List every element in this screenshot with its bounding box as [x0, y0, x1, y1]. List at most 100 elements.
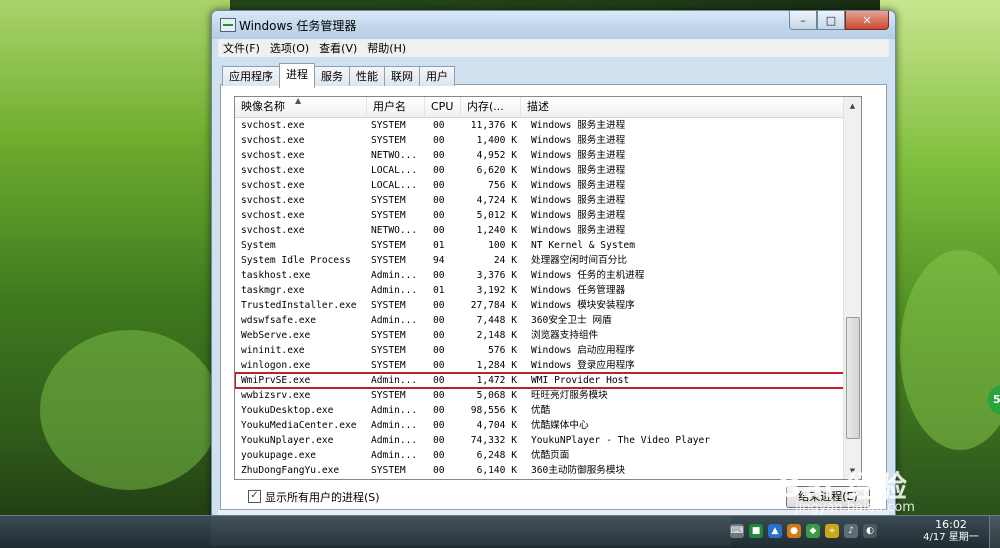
- column-description[interactable]: 描述: [521, 97, 844, 117]
- table-row[interactable]: ZhuDongFangYu.exe SYSTEM 00 6,140 K 360主动防御服…: [235, 463, 844, 478]
- process-name-cell: youkupage.exe: [241, 450, 317, 461]
- process-description-cell: Windows 启动应用程序: [531, 345, 635, 356]
- taskbar: ⌨ ■ ▲ ● ◆ + ♪ ◐ 16:02 4/17 星期一: [0, 515, 1000, 548]
- volume-icon[interactable]: ♪: [844, 524, 858, 538]
- process-cpu-cell: 00: [433, 360, 445, 371]
- speaker-icon[interactable]: ◐: [863, 524, 877, 538]
- table-row[interactable]: svchost.exe NETWO... 00 1,240 K Windows 服务主进…: [235, 223, 844, 238]
- table-row[interactable]: taskmgr.exe Admin... 01 3,192 K Windows 任务管理…: [235, 283, 844, 298]
- update-icon[interactable]: +: [825, 524, 839, 538]
- tab-users[interactable]: 用户: [419, 66, 455, 86]
- column-memory[interactable]: 内存(...: [461, 97, 521, 117]
- process-description-cell: Windows 服务主进程: [531, 135, 626, 146]
- process-description-cell: Windows 服务主进程: [531, 150, 626, 161]
- process-user-cell: Admin...: [371, 435, 418, 446]
- tab-networking[interactable]: 联网: [384, 66, 420, 86]
- table-row[interactable]: System SYSTEM 01 100 K NT Kernel & System: [235, 238, 844, 253]
- process-description-cell: 浏览器支持组件: [531, 330, 599, 341]
- menu-options[interactable]: 选项(O): [265, 39, 314, 57]
- table-row[interactable]: wininit.exe SYSTEM 00 576 K Windows 启动应用程序: [235, 343, 844, 358]
- process-name-cell: WmiPrvSE.exe: [241, 375, 311, 386]
- process-description-cell: Windows 任务的主机进程: [531, 270, 645, 281]
- process-memory-cell: 1,472 K: [476, 375, 517, 386]
- process-list[interactable]: ▲ 映像名称 用户名 CPU 内存(... 描述 svchost.exe SYST…: [234, 96, 862, 480]
- show-all-users-checkbox[interactable]: ✓: [248, 490, 261, 503]
- table-row[interactable]: YoukuMediaCenter.exe Admin... 00 4,704 K 优酷媒…: [235, 418, 844, 433]
- table-row[interactable]: taskhost.exe Admin... 00 3,376 K Windows 任务的…: [235, 268, 844, 283]
- process-cpu-cell: 01: [433, 240, 445, 251]
- sort-ascending-icon: ▲: [295, 96, 302, 105]
- process-description-cell: 360安全卫士 网盾: [531, 315, 612, 326]
- column-cpu[interactable]: CPU: [425, 97, 461, 117]
- table-row[interactable]: YoukuNplayer.exe Admin... 00 74,332 K YoukuN…: [235, 433, 844, 448]
- tab-processes[interactable]: 进程: [279, 63, 315, 88]
- table-row[interactable]: svchost.exe SYSTEM 00 1,400 K Windows 服务主进程: [235, 133, 844, 148]
- process-memory-cell: 5,068 K: [476, 390, 517, 401]
- browser-icon[interactable]: ●: [787, 524, 801, 538]
- task-manager-window: Windows 任务管理器 – □ ✕ 文件(F) 选项(O) 查看(V) 帮助…: [211, 10, 896, 517]
- show-desktop-button[interactable]: [989, 516, 1000, 548]
- 360-safe-icon[interactable]: ■: [749, 524, 763, 538]
- process-memory-cell: 100 K: [488, 240, 517, 251]
- table-row[interactable]: svchost.exe LOCAL... 00 756 K Windows 服务主进程: [235, 178, 844, 193]
- table-row[interactable]: svchost.exe LOCAL... 00 6,620 K Windows 服务主进…: [235, 163, 844, 178]
- column-user-name[interactable]: 用户名: [367, 97, 425, 117]
- table-row[interactable]: svchost.exe SYSTEM 00 5,012 K Windows 服务主进程: [235, 208, 844, 223]
- column-image-name-label: 映像名称: [241, 100, 285, 113]
- process-user-cell: Admin...: [371, 315, 418, 326]
- process-footer: ✓ 显示所有用户的进程(S) 结束进程(E): [234, 486, 870, 508]
- table-row[interactable]: winlogon.exe SYSTEM 00 1,284 K Windows 登录应用程…: [235, 358, 844, 373]
- process-memory-cell: 74,332 K: [470, 435, 517, 446]
- menu-help[interactable]: 帮助(H): [362, 39, 411, 57]
- table-row[interactable]: svchost.exe SYSTEM 00 11,376 K Windows 服务主进程: [235, 118, 844, 133]
- process-description-cell: 优酷媒体中心: [531, 420, 589, 431]
- tab-bar: 应用程序 进程 服务 性能 联网 用户: [222, 63, 455, 88]
- process-memory-cell: 4,952 K: [476, 150, 517, 161]
- column-image-name[interactable]: ▲ 映像名称: [235, 97, 367, 117]
- table-row[interactable]: youkupage.exe Admin... 00 6,248 K 优酷页面: [235, 448, 844, 463]
- table-row[interactable]: TrustedInstaller.exe SYSTEM 00 27,784 K Wind…: [235, 298, 844, 313]
- menu-bar: 文件(F) 选项(O) 查看(V) 帮助(H): [218, 39, 889, 57]
- process-cpu-cell: 00: [433, 135, 445, 146]
- title-bar[interactable]: Windows 任务管理器 – □ ✕: [212, 11, 895, 39]
- table-row[interactable]: WmiPrvSE.exe Admin... 00 1,472 K WMI Provide…: [235, 372, 845, 389]
- taskbar-clock[interactable]: 16:02 4/17 星期一: [916, 518, 986, 544]
- process-description-cell: YoukuNPlayer - The Video Player: [531, 435, 711, 446]
- menu-file[interactable]: 文件(F): [218, 39, 265, 57]
- maximize-button[interactable]: □: [817, 11, 845, 30]
- tab-performance[interactable]: 性能: [349, 66, 385, 86]
- close-button[interactable]: ✕: [845, 11, 889, 30]
- process-cpu-cell: 00: [433, 390, 445, 401]
- tab-services[interactable]: 服务: [314, 66, 350, 86]
- process-user-cell: SYSTEM: [371, 300, 406, 311]
- process-name-cell: WebServe.exe: [241, 330, 311, 341]
- show-all-users-label[interactable]: 显示所有用户的进程(S): [265, 489, 380, 505]
- process-memory-cell: 6,140 K: [476, 465, 517, 476]
- scrollbar-thumb[interactable]: [846, 317, 860, 439]
- process-description-cell: 旺旺亮灯服务模块: [531, 390, 608, 401]
- table-row[interactable]: WebServe.exe SYSTEM 00 2,148 K 浏览器支持组件: [235, 328, 844, 343]
- process-user-cell: LOCAL...: [371, 180, 418, 191]
- minimize-button[interactable]: –: [789, 11, 817, 30]
- menu-view[interactable]: 查看(V): [314, 39, 362, 57]
- process-cpu-cell: 00: [433, 165, 445, 176]
- table-row[interactable]: YoukuDesktop.exe Admin... 00 98,556 K 优酷: [235, 403, 844, 418]
- table-row[interactable]: wwbizsrv.exe SYSTEM 00 5,068 K 旺旺亮灯服务模块: [235, 388, 844, 403]
- table-row[interactable]: System Idle Process SYSTEM 94 24 K 处理器空闲时间百分…: [235, 253, 844, 268]
- shield-icon[interactable]: ◆: [806, 524, 820, 538]
- process-name-cell: svchost.exe: [241, 225, 305, 236]
- process-cpu-cell: 00: [433, 225, 445, 236]
- process-user-cell: NETWO...: [371, 150, 418, 161]
- process-cpu-cell: 00: [433, 150, 445, 161]
- keyboard-icon[interactable]: ⌨: [730, 524, 744, 538]
- process-name-cell: wininit.exe: [241, 345, 305, 356]
- table-row[interactable]: wdswfsafe.exe Admin... 00 7,448 K 360安全卫士 网盾: [235, 313, 844, 328]
- process-cpu-cell: 00: [433, 315, 445, 326]
- table-row[interactable]: svchost.exe NETWO... 00 4,952 K Windows 服务主进…: [235, 148, 844, 163]
- tab-applications[interactable]: 应用程序: [222, 66, 280, 86]
- vertical-scrollbar[interactable]: ▲ ▼: [843, 97, 861, 479]
- network-icon[interactable]: ▲: [768, 524, 782, 538]
- table-row[interactable]: svchost.exe SYSTEM 00 4,724 K Windows 服务主进程: [235, 193, 844, 208]
- scroll-up-icon[interactable]: ▲: [844, 97, 861, 114]
- process-memory-cell: 7,448 K: [476, 315, 517, 326]
